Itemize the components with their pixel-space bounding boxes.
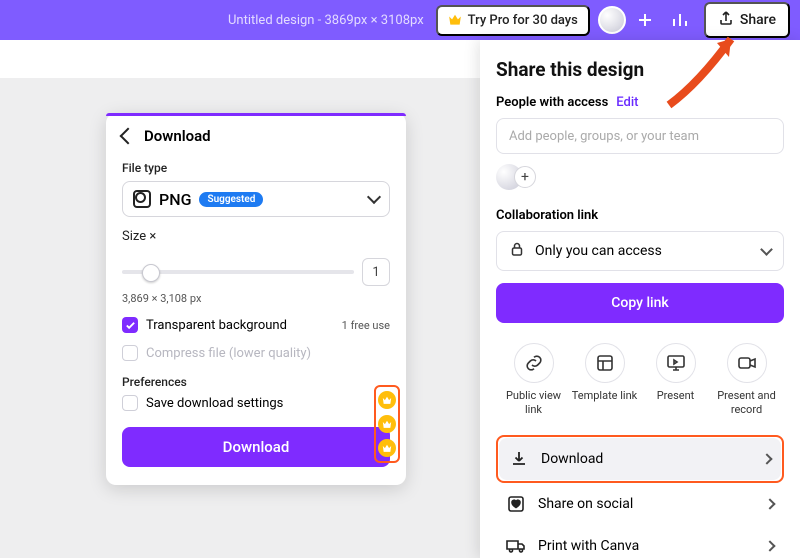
add-person-button[interactable]: + <box>514 166 536 188</box>
edit-access-link[interactable]: Edit <box>616 95 638 110</box>
top-bar: Untitled design - 3869px × 3108px Try Pr… <box>0 0 800 40</box>
crown-icon <box>378 391 396 409</box>
present-action[interactable]: Present <box>640 343 711 417</box>
analytics-icon[interactable] <box>664 4 696 36</box>
pro-feature-highlight <box>374 385 400 463</box>
menu-share-social-label: Share on social <box>538 496 633 512</box>
compress-label: Compress file (lower quality) <box>146 346 311 361</box>
public-view-label: Public view link <box>498 389 569 417</box>
menu-download-label: Download <box>541 451 603 467</box>
menu-share-social[interactable]: Share on social <box>496 483 784 525</box>
share-title: Share this design <box>496 58 784 81</box>
download-button[interactable]: Download <box>122 427 390 467</box>
download-icon <box>509 449 529 469</box>
upload-icon <box>718 10 734 30</box>
size-value[interactable]: 1 <box>362 258 390 286</box>
preferences-label: Preferences <box>122 375 390 389</box>
present-label: Present <box>640 389 711 403</box>
collab-link-label: Collaboration link <box>496 208 598 223</box>
chevron-down-icon <box>760 243 773 256</box>
public-view-link-action[interactable]: Public view link <box>498 343 569 417</box>
size-slider[interactable] <box>122 270 354 274</box>
access-value: Only you can access <box>535 243 662 259</box>
dimensions-label: 3,869 × 3,108 px <box>122 292 390 305</box>
chevron-right-icon <box>764 498 775 509</box>
chevron-right-icon <box>761 453 772 464</box>
compress-checkbox[interactable] <box>122 345 138 361</box>
save-settings-label: Save download settings <box>146 396 283 411</box>
template-link-label: Template link <box>569 389 640 403</box>
chevron-right-icon <box>764 540 775 551</box>
try-pro-button[interactable]: Try Pro for 30 days <box>436 5 590 36</box>
heart-icon <box>506 494 526 514</box>
save-settings-checkbox[interactable] <box>122 395 138 411</box>
share-panel: Share this design People with access Edi… <box>480 40 800 558</box>
file-type-select[interactable]: PNG Suggested <box>122 181 390 217</box>
add-people-input[interactable] <box>496 118 784 154</box>
try-pro-label: Try Pro for 30 days <box>468 13 578 28</box>
menu-download[interactable]: Download <box>499 438 781 480</box>
chevron-down-icon <box>367 190 381 204</box>
download-panel: Download File type PNG Suggested Size × … <box>106 113 406 485</box>
crown-icon <box>378 439 396 457</box>
suggested-badge: Suggested <box>199 192 263 207</box>
image-icon <box>133 190 151 208</box>
truck-icon <box>506 536 526 556</box>
access-select[interactable]: Only you can access <box>496 231 784 271</box>
menu-print-canva-label: Print with Canva <box>538 538 639 554</box>
document-title: Untitled design - 3869px × 3108px <box>228 13 424 28</box>
transparent-bg-label: Transparent background <box>146 318 287 333</box>
download-highlight: Download <box>496 435 784 483</box>
download-title: Download <box>144 127 211 145</box>
transparent-bg-checkbox[interactable] <box>122 317 138 333</box>
back-icon[interactable] <box>120 128 137 145</box>
file-type-value: PNG <box>159 190 191 209</box>
people-access-label: People with access <box>496 95 608 110</box>
share-button[interactable]: Share <box>704 2 790 38</box>
avatar[interactable] <box>598 6 626 34</box>
add-icon[interactable] <box>634 4 656 36</box>
share-label: Share <box>740 12 776 28</box>
file-type-label: File type <box>122 161 390 175</box>
crown-icon <box>448 14 462 26</box>
template-link-action[interactable]: Template link <box>569 343 640 417</box>
free-use-label: 1 free use <box>342 319 390 332</box>
present-record-action[interactable]: Present and record <box>711 343 782 417</box>
size-label: Size × <box>122 229 390 244</box>
lock-icon <box>509 241 525 261</box>
copy-link-button[interactable]: Copy link <box>496 283 784 323</box>
crown-icon <box>378 415 396 433</box>
present-record-label: Present and record <box>711 389 782 417</box>
menu-print-canva[interactable]: Print with Canva <box>496 525 784 558</box>
